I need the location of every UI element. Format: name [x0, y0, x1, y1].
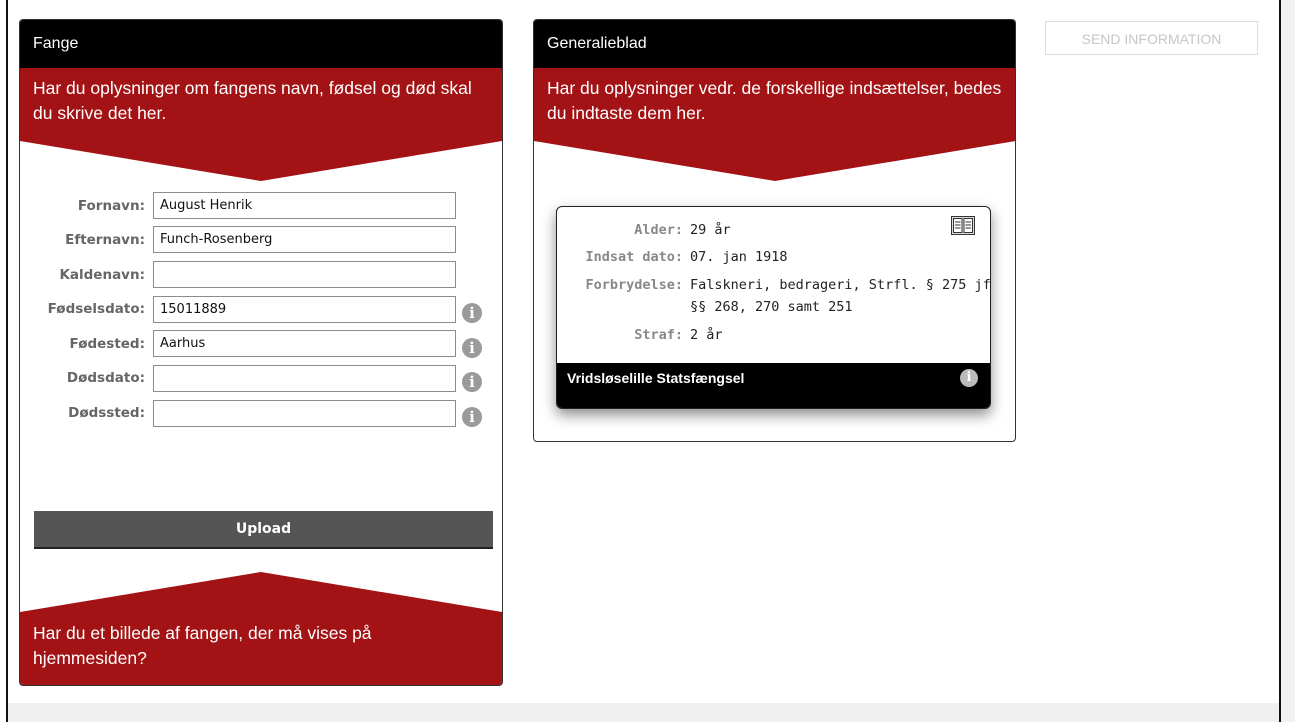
generalieblad-panel: Generalieblad Har du oplysninger vedr. d… [533, 19, 1016, 442]
form-row-efternavn: Efternavn: [20, 227, 145, 255]
dodssted-info-icon[interactable]: i [462, 407, 482, 427]
form-row-dodssted: Dødssted: [20, 400, 145, 428]
dodssted-input[interactable] [153, 400, 456, 427]
card-footer: Vridsløselille Statsfængsel i [557, 363, 990, 408]
form-row-fodested: Fødested: [20, 331, 145, 359]
form-row-fodselsdato: Fødselsdato: [20, 296, 145, 324]
fange-panel: Fange Har du oplysninger om fangens navn… [19, 19, 503, 686]
dodsdato-input[interactable] [153, 365, 456, 392]
send-information-button[interactable]: SEND INFORMATION [1045, 21, 1258, 55]
generalieblad-banner-text: Har du oplysninger vedr. de forskellige … [547, 78, 1002, 123]
upload-button[interactable]: Upload [34, 511, 493, 547]
fodselsdato-info-icon[interactable]: i [462, 303, 482, 323]
form-row-dodsdato: Dødsdato: [20, 365, 145, 393]
dodsdato-info-icon[interactable]: i [462, 372, 482, 392]
dodsdato-label: Dødsdato: [66, 370, 145, 386]
forbrydelse-value-line2: §§ 268, 270 samt 251 [690, 299, 853, 315]
fodested-info-icon[interactable]: i [462, 338, 482, 358]
photo-banner-text: Har du et billede af fangen, der må vise… [33, 623, 372, 668]
indsaettelse-card[interactable]: Alder: 29 år Indsat dato: 07. jan 1918 F… [556, 206, 991, 409]
indsat-dato-value: 07. jan 1918 [690, 249, 788, 265]
straf-value: 2 år [690, 327, 723, 343]
photo-banner-arrow [20, 572, 502, 612]
horizontal-scrollbar[interactable] [8, 703, 1279, 722]
forbrydelse-label: Forbrydelse: [585, 277, 683, 293]
alder-value: 29 år [690, 222, 731, 238]
straf-label: Straf: [634, 327, 683, 343]
form-row-kaldenavn: Kaldenavn: [20, 262, 145, 290]
vertical-scrollbar[interactable] [1281, 0, 1295, 722]
faengsel-name: Vridsløselille Statsfængsel [567, 370, 745, 386]
generalieblad-panel-title: Generalieblad [534, 20, 1015, 68]
efternavn-input[interactable] [153, 226, 456, 253]
kaldenavn-label: Kaldenavn: [59, 267, 145, 283]
fodselsdato-input[interactable] [153, 296, 456, 323]
fornavn-label: Fornavn: [77, 198, 145, 214]
forbrydelse-value-line1: Falskneri, bedrageri, Strfl. § 275 jfr. [690, 277, 991, 293]
dodssted-label: Dødssted: [68, 405, 145, 421]
fornavn-input[interactable] [153, 192, 456, 219]
indsat-dato-label: Indsat dato: [585, 249, 683, 265]
photo-banner: Har du et billede af fangen, der må vise… [20, 612, 502, 685]
generalieblad-banner-arrow [534, 141, 1015, 181]
fodested-label: Fødested: [69, 336, 145, 352]
book-icon[interactable] [951, 216, 975, 235]
efternavn-label: Efternavn: [65, 232, 145, 248]
generalieblad-info-banner: Har du oplysninger vedr. de forskellige … [534, 68, 1015, 141]
fodested-input[interactable] [153, 330, 456, 357]
alder-label: Alder: [634, 222, 683, 238]
kaldenavn-input[interactable] [153, 261, 456, 288]
faengsel-info-icon[interactable]: i [960, 369, 978, 387]
fodselsdato-label: Fødselsdato: [47, 301, 145, 317]
form-row-fornavn: Fornavn: [20, 193, 145, 221]
